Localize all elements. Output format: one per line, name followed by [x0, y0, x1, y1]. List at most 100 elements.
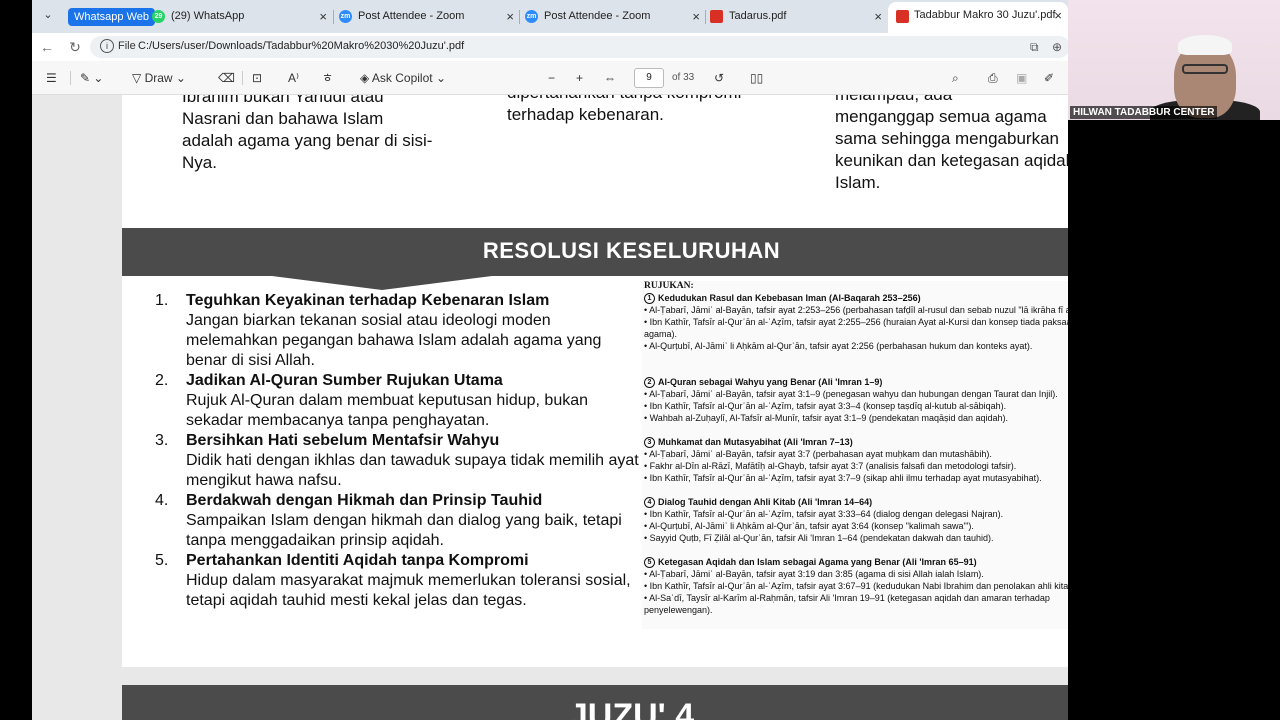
participant-glasses — [1182, 64, 1228, 74]
tab-zoom-1[interactable]: zm Post Attendee - Zoom × — [339, 4, 514, 29]
reference-number: 5 — [644, 557, 655, 569]
resolution-list: 1. Teguhkan Keyakinan terhadap Kebenaran… — [152, 291, 642, 611]
tab-label: Post Attendee - Zoom — [544, 10, 651, 22]
tab-divider — [333, 10, 334, 24]
reference-line: • Ibn Kathīr, Tafsīr al-Qurʾān al-ʿAẓīm,… — [644, 317, 1104, 340]
toolbar-divider — [242, 71, 243, 85]
text-line: dipertahankan tanpa kompromi — [507, 95, 779, 104]
page-view-icon[interactable]: ▯▯ — [750, 70, 763, 86]
url-text: C:/Users/user/Downloads/Tadabbur%20Makro… — [138, 40, 465, 52]
top-text-col1: Ibrahim bukan Yahudi atau Nasrani dan ba… — [182, 95, 452, 174]
draw-button[interactable]: ▽ Draw ⌄ — [132, 70, 186, 86]
back-icon[interactable]: ← — [38, 38, 56, 56]
save-icon[interactable]: ▣ — [1016, 70, 1027, 86]
edit-icon[interactable]: ✐ — [1044, 70, 1054, 86]
fit-page-icon[interactable]: ⇔ — [604, 70, 616, 86]
resolution-item: 1. Teguhkan Keyakinan terhadap Kebenaran… — [152, 291, 642, 371]
section-banner: RESOLUSI KESELURUHAN — [122, 228, 1141, 276]
ask-copilot-label: Ask Copilot — [371, 71, 433, 85]
close-icon[interactable]: × — [692, 4, 700, 29]
resolution-title: Jadikan Al-Quran Sumber Rujukan Utama — [186, 372, 503, 389]
resolution-number: 2. — [155, 372, 169, 389]
close-icon[interactable]: × — [506, 4, 514, 29]
resolution-desc: Jangan biarkan tekanan sosial atau ideol… — [186, 312, 602, 369]
participant-video[interactable]: HILWAN TADABBUR CENTER — [1068, 0, 1280, 120]
reference-line: • Al-Ṭabarī, Jāmiʿ al-Bayān, tafsir ayat… — [644, 389, 1058, 400]
resolution-number: 1. — [155, 292, 169, 309]
reference-title: Al-Quran sebagai Wahyu yang Benar (Ali '… — [658, 377, 883, 387]
contents-icon[interactable]: ☰ — [46, 70, 57, 86]
zoom-in-url-icon[interactable]: ⊕ — [1052, 40, 1062, 54]
tab-label: Post Attendee - Zoom — [358, 10, 465, 22]
extension-icon[interactable]: ⧉ — [1030, 40, 1039, 55]
reference-section: 4 Dialog Tauhid dengan Ahli Kitab (Ali 'I… — [644, 496, 1110, 544]
eraser-icon[interactable]: ⌫ — [218, 70, 235, 86]
page-number-input[interactable]: 9 — [634, 68, 664, 88]
resolution-desc: Sampaikan Islam dengan hikmah dan dialog… — [186, 512, 622, 549]
toolbar-divider — [70, 71, 71, 85]
reference-section: 1 Kedudukan Rasul dan Kebebasan Iman (Al-… — [644, 292, 1110, 352]
reference-line: • Al-Saʿdī, Taysīr al-Karīm al-Raḥmān, t… — [644, 593, 1050, 616]
read-aloud-icon[interactable]: A⁾ — [288, 70, 299, 86]
resolution-title: Pertahankan Identiti Aqidah tanpa Kompro… — [186, 552, 529, 569]
zoom-icon: zm — [525, 10, 538, 23]
tab-zoom-2[interactable]: zm Post Attendee - Zoom × — [525, 4, 700, 29]
close-icon[interactable]: × — [1054, 2, 1062, 29]
info-icon[interactable]: i — [100, 39, 114, 53]
reference-number: 3 — [644, 437, 655, 449]
resolution-item: 4. Berdakwah dengan Hikmah dan Prinsip T… — [152, 491, 642, 551]
resolution-desc: Didik hati dengan ikhlas dan tawaduk sup… — [186, 452, 639, 489]
next-section-banner: JUZU' 4 — [122, 685, 1141, 720]
tab-tadabbur-pdf[interactable]: Tadabbur Makro 30 Juzu'.pdf × — [888, 2, 1068, 33]
text-line: terhadap kebenaran. — [507, 105, 664, 124]
reference-number: 2 — [644, 377, 655, 389]
reference-line: • Ibn Kathīr, Tafsīr al-Qurʾān al-ʿAẓīm,… — [644, 581, 1079, 592]
resolution-desc: Rujuk Al-Quran dalam membuat keputusan h… — [186, 392, 589, 429]
top-text-col2: dipertahankan tanpa kompromi terhadap ke… — [507, 95, 779, 126]
rotate-icon[interactable]: ↺ — [714, 70, 724, 86]
pdf-viewer: Ibrahim bukan Yahudi atau Nasrani dan ba… — [32, 95, 1244, 720]
participant-name: HILWAN TADABBUR CENTER — [1070, 106, 1218, 119]
ask-copilot-button[interactable]: ◈ Ask Copilot ⌄ — [360, 70, 446, 86]
reference-line: • Al-Ṭabarī, Jāmiʿ al-Bayān, tafsir ayat… — [644, 305, 1097, 316]
translate-icon[interactable]: ㅎ — [322, 70, 333, 86]
draw-icon: ▽ — [132, 71, 142, 85]
pdf-icon — [710, 10, 723, 23]
text-line: melampau, ada — [835, 95, 1105, 106]
zoom-in-icon[interactable]: + — [576, 70, 583, 86]
zoom-out-icon[interactable]: − — [548, 70, 555, 86]
search-icon[interactable]: ⌕ — [952, 70, 959, 86]
resolution-item: 5. Pertahankan Identiti Aqidah tanpa Kom… — [152, 551, 642, 611]
copilot-icon: ◈ — [360, 71, 370, 85]
zoom-icon: zm — [339, 10, 352, 23]
pdf-toolbar: ☰ ✎ ⌄ ▽ Draw ⌄ ⌫ ⊡ A⁾ ㅎ ◈ Ask Copilot ⌄ … — [32, 61, 1068, 95]
reference-title: Ketegasan Aqidah dan Islam sebagai Agama… — [658, 557, 977, 567]
reference-section: 3 Muhkamat dan Mutasyabihat (Ali 'Imran 7… — [644, 436, 1110, 484]
reference-title: Muhkamat dan Mutasyabihat (Ali 'Imran 7–… — [658, 437, 853, 447]
tab-search-chevron-icon[interactable]: ⌄ — [38, 8, 58, 25]
url-field[interactable]: i File C:/Users/user/Downloads/Tadabbur%… — [90, 36, 1070, 58]
pdf-icon — [896, 10, 909, 23]
resolution-number: 4. — [155, 492, 169, 509]
text-box-icon[interactable]: ⊡ — [252, 70, 262, 86]
reference-line: • Al-Qurṭubī, Al-Jāmiʿ li Aḥkām al-Qurʾā… — [644, 341, 1033, 352]
close-icon[interactable]: × — [319, 4, 327, 29]
tab-whatsapp[interactable]: 29 (29) WhatsApp × — [152, 4, 327, 29]
text-line: sama sehingga mengaburkan — [835, 129, 1059, 148]
close-icon[interactable]: × — [874, 4, 882, 29]
reference-line: • Ibn Kathīr, Tafsīr al-Qurʾān al-ʿAẓīm,… — [644, 473, 1042, 484]
reference-section: 2 Al-Quran sebagai Wahyu yang Benar (Ali … — [644, 376, 1110, 424]
tab-tadarus-pdf[interactable]: Tadarus.pdf × — [710, 4, 882, 29]
reference-line: • Al-Qurṭubī, Al-Jāmiʿ li Aḥkām al-Qurʾā… — [644, 521, 974, 532]
highlight-icon[interactable]: ✎ ⌄ — [80, 70, 103, 86]
references-heading: RUJUKAN: — [644, 281, 694, 291]
resolution-number: 5. — [155, 552, 169, 569]
reference-line: • Ibn Kathīr, Tafsīr al-Qurʾān al-ʿAẓīm,… — [644, 401, 1007, 412]
tab-group-label[interactable]: Whatsapp Web — [68, 8, 156, 26]
print-icon[interactable]: ⎙ — [988, 70, 998, 86]
reload-icon[interactable]: ↻ — [66, 38, 84, 56]
banner-notch — [272, 276, 492, 290]
resolution-item: 3. Bersihkan Hati sebelum Mentafsir Wahy… — [152, 431, 642, 491]
references-panel: RUJUKAN: 1 Kedudukan Rasul dan Kebebasan … — [642, 281, 1112, 629]
resolution-title: Teguhkan Keyakinan terhadap Kebenaran Is… — [186, 292, 550, 309]
